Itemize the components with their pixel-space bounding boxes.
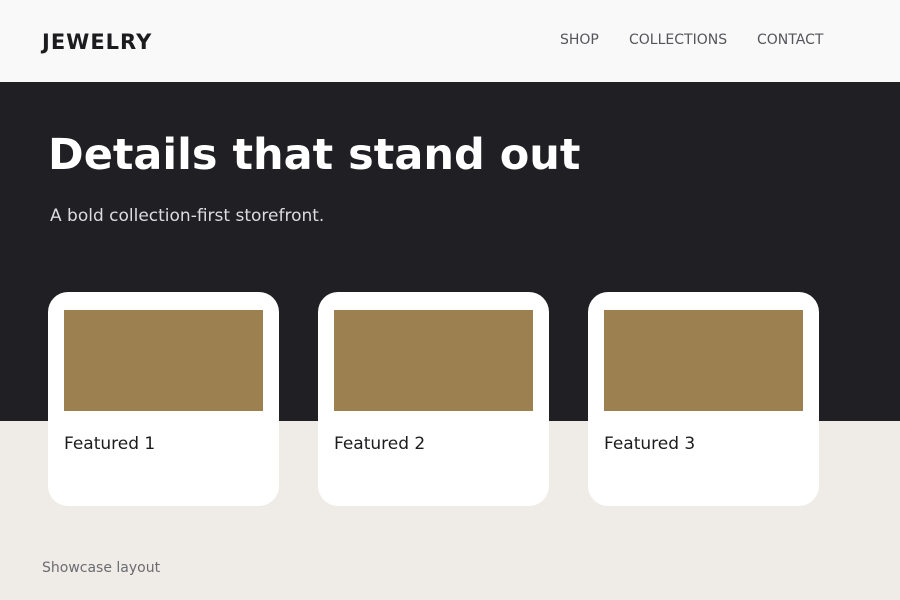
featured-card-image [604, 310, 803, 411]
nav-link-collections[interactable]: COLLECTIONS [629, 31, 727, 49]
site-logo[interactable]: JEWELRY [42, 29, 152, 55]
featured-card[interactable]: Featured 2 [318, 292, 549, 506]
footer-caption: Showcase layout [42, 560, 161, 576]
featured-card-title: Featured 2 [334, 434, 426, 454]
featured-card-title: Featured 3 [604, 434, 696, 454]
featured-card-title: Featured 1 [64, 434, 156, 454]
featured-card[interactable]: Featured 3 [588, 292, 819, 506]
featured-card[interactable]: Featured 1 [48, 292, 279, 506]
nav-link-shop[interactable]: SHOP [560, 31, 599, 49]
featured-card-image [64, 310, 263, 411]
featured-card-image [334, 310, 533, 411]
site-header: JEWELRY SHOP COLLECTIONS CONTACT [0, 0, 900, 82]
hero-title: Details that stand out [48, 130, 581, 180]
hero-subtitle: A bold collection-first storefront. [50, 206, 325, 226]
nav-link-contact[interactable]: CONTACT [757, 31, 823, 49]
